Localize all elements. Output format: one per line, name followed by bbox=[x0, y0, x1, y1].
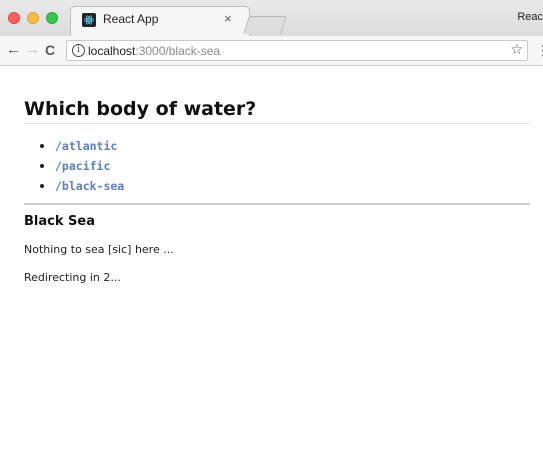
url-host: localhost bbox=[88, 44, 136, 58]
browser-tab[interactable] bbox=[70, 6, 250, 36]
url-path: :3000/black-sea bbox=[135, 44, 221, 58]
heading-divider bbox=[24, 123, 530, 124]
route-list-item: /pacific bbox=[38, 156, 124, 176]
new-tab-button[interactable] bbox=[243, 16, 287, 34]
browser-menu-icon[interactable]: ⋮ bbox=[536, 43, 543, 57]
forward-arrow-icon[interactable]: → bbox=[25, 41, 40, 59]
browser-titlebar: React App × Reac bbox=[0, 0, 543, 36]
browser-toolbar: ← → C i localhost:3000/black-sea ☆ ⋮ bbox=[0, 36, 543, 66]
tab-title: React App bbox=[103, 12, 159, 26]
address-bar[interactable]: i localhost:3000/black-sea ☆ bbox=[66, 40, 528, 61]
link-pacific[interactable]: /pacific bbox=[55, 159, 110, 173]
window-title: Reac bbox=[517, 11, 543, 23]
route-list-item: /atlantic bbox=[38, 136, 124, 156]
redirect-countdown-text: Redirecting in 2... bbox=[24, 271, 121, 284]
react-logo-icon bbox=[82, 13, 96, 27]
back-arrow-icon[interactable]: ← bbox=[6, 41, 21, 59]
route-list-item: /black-sea bbox=[38, 176, 124, 196]
close-tab-icon[interactable]: × bbox=[224, 11, 232, 26]
close-window-button[interactable] bbox=[8, 12, 20, 24]
body-text: Nothing to sea [sic] here ... bbox=[24, 243, 174, 256]
reload-icon[interactable]: C bbox=[45, 41, 55, 59]
section-divider bbox=[24, 203, 530, 205]
link-black-sea[interactable]: /black-sea bbox=[55, 179, 124, 193]
url-text[interactable]: localhost:3000/black-sea bbox=[88, 44, 220, 58]
link-atlantic[interactable]: /atlantic bbox=[55, 139, 117, 153]
minimize-window-button[interactable] bbox=[27, 12, 39, 24]
bookmark-star-icon[interactable]: ☆ bbox=[510, 41, 523, 58]
route-list: /atlantic /pacific /black-sea bbox=[38, 136, 124, 196]
page-title: Which body of water? bbox=[24, 98, 257, 120]
info-icon[interactable]: i bbox=[72, 44, 85, 57]
section-title: Black Sea bbox=[24, 214, 95, 229]
zoom-window-button[interactable] bbox=[46, 12, 58, 24]
